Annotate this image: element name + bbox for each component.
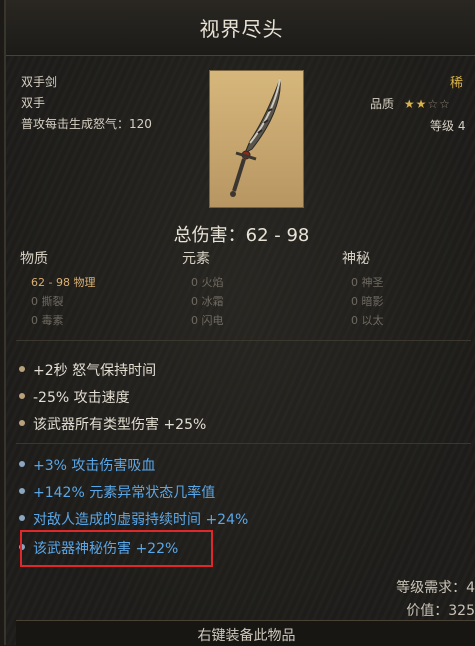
item-value: 价值：325	[406, 603, 475, 619]
damage-fire: 0 火焰	[191, 276, 224, 289]
tooltip-title-bar: 视界尽头	[6, 0, 475, 56]
damage-frost: 0 冰霜	[191, 295, 224, 308]
level-requirement: 等级需求：4	[396, 580, 475, 596]
bullet-icon	[19, 366, 25, 372]
physical-column-header: 物质	[20, 251, 48, 267]
damage-ether: 0 以太	[351, 314, 384, 327]
mystic-column-header: 神秘	[342, 251, 370, 267]
weapon-image	[209, 70, 304, 208]
item-quality: 品质 ★★☆☆	[370, 95, 451, 112]
magic-mod: +142% 元素异常状态几率值	[19, 482, 215, 502]
item-basic-info: 双手剑 双手 普攻每击生成怒气：120	[21, 72, 152, 135]
elemental-column-header: 元素	[182, 251, 210, 267]
base-mod-text: 该武器所有类型伤害 +25%	[33, 417, 207, 433]
damage-tear: 0 撕裂	[31, 295, 64, 308]
magic-mod: +3% 攻击伤害吸血	[19, 455, 155, 475]
bullet-icon	[19, 515, 25, 521]
item-type: 双手剑	[21, 75, 58, 89]
item-rarity: 稀	[450, 76, 464, 91]
divider	[16, 443, 471, 444]
bullet-icon	[19, 461, 25, 467]
base-mod: -25% 攻击速度	[19, 387, 130, 407]
bullet-icon	[19, 488, 25, 494]
item-name: 视界尽头	[199, 17, 284, 41]
item-level: 等级 4	[430, 119, 466, 133]
damage-holy: 0 神圣	[351, 276, 384, 289]
item-handedness: 双手	[21, 96, 46, 110]
magic-mod-text: 对敌人造成的虚弱持续时间 +24%	[33, 512, 249, 528]
base-mod-text: +2秒 怒气保持时间	[33, 363, 157, 379]
damage-shadow: 0 暗影	[351, 295, 384, 308]
divider	[16, 340, 471, 341]
damage-physical: 62 - 98 物理	[31, 276, 96, 289]
quality-label: 品质	[370, 97, 395, 111]
star-empty-icons: ☆☆	[427, 97, 451, 111]
base-mod-text: -25% 攻击速度	[33, 390, 130, 406]
item-tooltip: 视界尽头 双手剑 双手 普攻每击生成怒气：120 稀 品质 ★★☆☆ 等级 4 …	[4, 0, 475, 646]
total-damage: 总伤害：62 - 98	[173, 225, 310, 246]
bullet-icon	[19, 420, 25, 426]
magic-mod: 对敌人造成的虚弱持续时间 +24%	[19, 509, 248, 529]
damage-lightning: 0 闪电	[191, 314, 224, 327]
damage-poison: 0 毒素	[31, 314, 64, 327]
base-mod: 该武器所有类型伤害 +25%	[19, 414, 206, 434]
item-rage-generation: 普攻每击生成怒气：120	[21, 117, 152, 131]
equip-hint: 右键装备此物品	[16, 620, 475, 646]
magic-mod-text: +142% 元素异常状态几率值	[33, 485, 216, 501]
magic-mod-text: +3% 攻击伤害吸血	[33, 458, 156, 474]
greatsword-icon	[230, 78, 281, 197]
highlight-box	[20, 530, 213, 567]
bullet-icon	[19, 393, 25, 399]
star-filled-icons: ★★	[403, 97, 428, 111]
quality-stars: ★★☆☆	[404, 97, 451, 111]
base-mod: +2秒 怒气保持时间	[19, 360, 156, 380]
